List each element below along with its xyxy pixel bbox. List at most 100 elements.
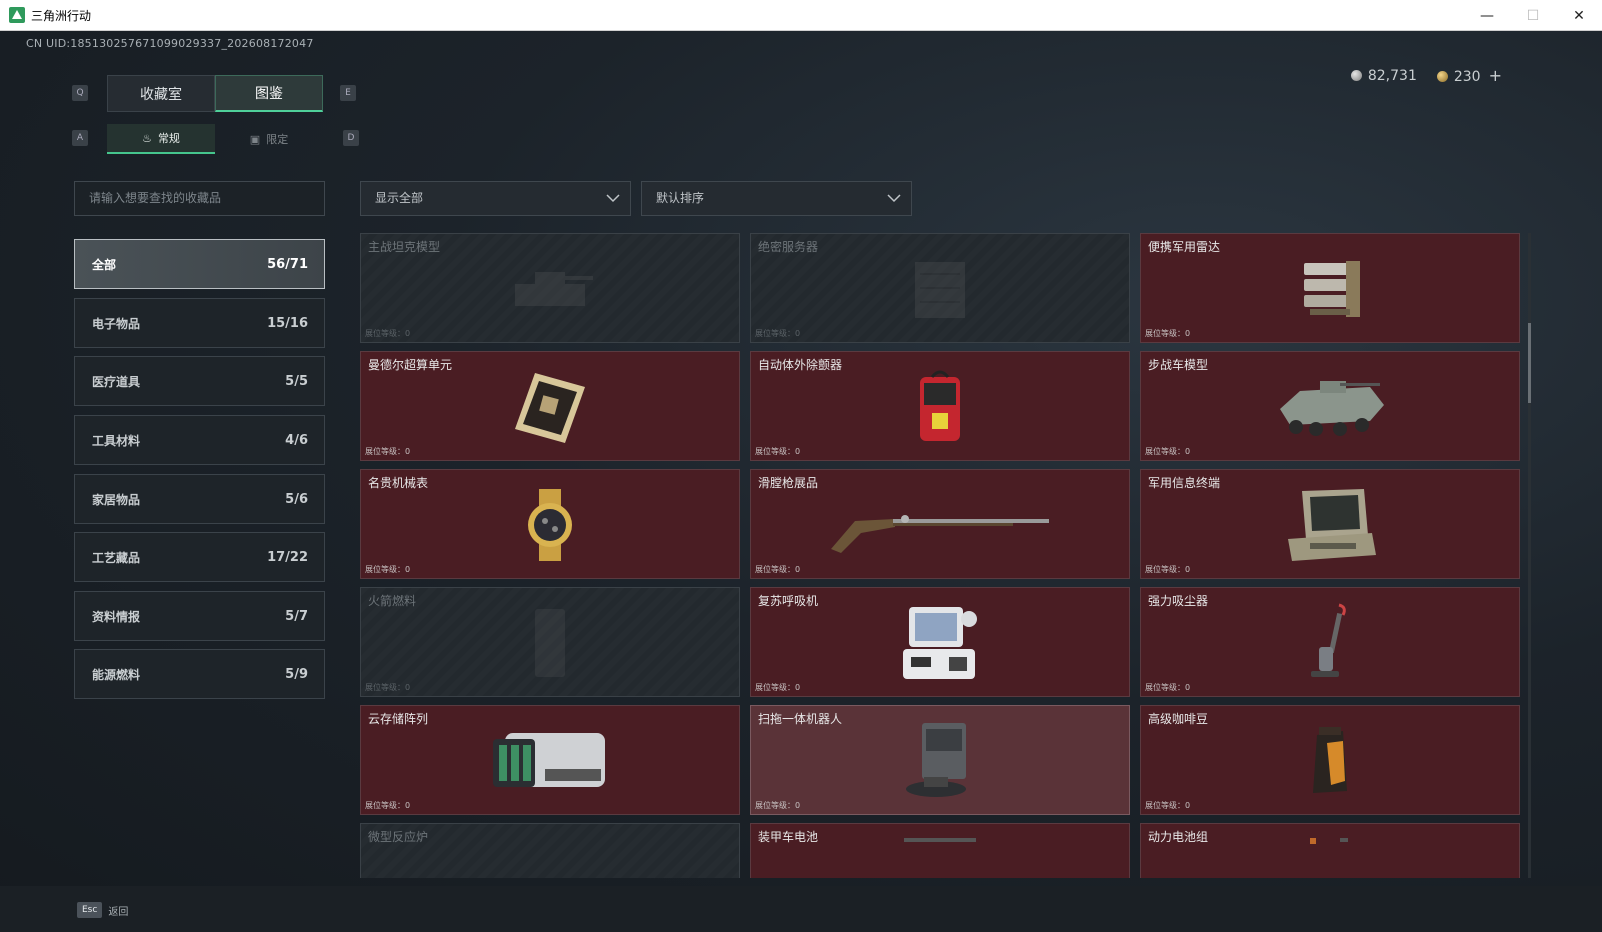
battery-icon <box>904 838 976 842</box>
item-card[interactable]: 绝密服务器 展位等级：0 <box>750 233 1130 343</box>
chevron-down-icon <box>887 194 901 203</box>
watch-icon <box>528 489 572 561</box>
search-input[interactable]: 请输入想要查找的收藏品 <box>74 181 325 216</box>
category-energy[interactable]: 能源燃料 5/9 <box>74 649 325 699</box>
item-level: 展位等级：0 <box>755 447 801 456</box>
item-card[interactable]: 复苏呼吸机 展位等级：0 <box>750 587 1130 697</box>
category-label: 全部 <box>92 257 117 272</box>
item-card[interactable]: 步战车模型 展位等级：0 <box>1140 351 1520 461</box>
tab-collection-room[interactable]: 收藏室 <box>107 75 215 112</box>
vacuum-icon <box>1311 603 1346 677</box>
category-household[interactable]: 家居物品 5/6 <box>74 474 325 524</box>
item-level: 展位等级：0 <box>755 329 801 338</box>
item-card[interactable]: 主战坦克模型 展位等级：0 <box>360 233 740 343</box>
item-card[interactable]: 微型反应炉 展位等级：0 <box>360 823 740 878</box>
item-grid: 主战坦克模型 展位等级：0 绝密服务器 展位等级：0 便携军用雷达 展位等级：0… <box>360 233 1525 878</box>
category-count: 5/5 <box>285 373 308 389</box>
terminal-icon <box>1288 489 1376 561</box>
add-currency-icon[interactable]: + <box>1489 66 1502 85</box>
subtab-regular[interactable]: ♨ 常规 <box>107 124 215 154</box>
category-label: 工艺藏品 <box>92 550 141 565</box>
bottom-bar: Esc 返回 <box>0 886 1602 932</box>
image-icon: ▣ <box>249 132 261 146</box>
item-name: 名贵机械表 <box>368 476 429 490</box>
category-tools[interactable]: 工具材料 4/6 <box>74 415 325 465</box>
item-card[interactable]: 名贵机械表 展位等级：0 <box>360 469 740 579</box>
item-card[interactable]: 装甲车电池 展位等级：0 <box>750 823 1130 878</box>
item-name: 微型反应炉 <box>368 830 429 844</box>
item-name: 主战坦克模型 <box>368 240 441 254</box>
item-level: 展位等级：0 <box>755 683 801 692</box>
supercomputer-unit-icon <box>515 373 585 443</box>
category-crafts[interactable]: 工艺藏品 17/22 <box>74 532 325 582</box>
category-label: 资料情报 <box>92 609 141 624</box>
item-card[interactable]: 云存储阵列 展位等级：0 <box>360 705 740 815</box>
filter-dropdown[interactable]: 显示全部 <box>360 181 631 216</box>
category-count: 17/22 <box>267 549 308 565</box>
musket-icon <box>831 515 1049 553</box>
category-label: 电子物品 <box>92 316 141 331</box>
subtab-limited[interactable]: ▣ 限定 <box>215 124 323 154</box>
item-card[interactable]: 曼德尔超算单元 展位等级：0 <box>360 351 740 461</box>
ventilator-icon <box>903 607 977 679</box>
maximize-button[interactable]: ☐ <box>1510 0 1556 31</box>
window-titlebar: 三角洲行动 — ☐ ✕ <box>0 0 1602 31</box>
sub-tabs: ♨ 常规 ▣ 限定 <box>107 124 323 154</box>
item-name: 高级咖啡豆 <box>1148 712 1209 726</box>
item-name: 便携军用雷达 <box>1148 240 1221 254</box>
bottle-icon: ♨ <box>142 131 152 145</box>
item-card[interactable]: 便携军用雷达 展位等级：0 <box>1140 233 1520 343</box>
item-card[interactable]: 动力电池组 展位等级：0 <box>1140 823 1520 878</box>
item-card[interactable]: 高级咖啡豆 展位等级：0 <box>1140 705 1520 815</box>
item-level: 展位等级：0 <box>365 565 411 574</box>
item-card[interactable]: 滑膛枪展品 展位等级：0 <box>750 469 1130 579</box>
key-hint-q: Q <box>72 85 88 101</box>
uid-label: CN UID:1851302576710990293​37_2026081720… <box>26 37 314 50</box>
item-card[interactable]: 自动体外除颤器 展位等级：0 <box>750 351 1130 461</box>
key-hint-e: E <box>340 85 356 101</box>
category-label: 家居物品 <box>92 492 141 507</box>
back-label: 返回 <box>108 906 129 918</box>
item-level: 展位等级：0 <box>365 447 411 456</box>
item-card[interactable]: 火箭燃料 展位等级：0 <box>360 587 740 697</box>
esc-key-icon: Esc <box>77 902 103 918</box>
silver-amount: 82,731 <box>1367 67 1417 84</box>
minimize-button[interactable]: — <box>1464 0 1510 31</box>
back-button[interactable]: Esc 返回 <box>77 897 128 923</box>
window-title: 三角洲行动 <box>31 8 92 23</box>
item-name: 扫拖一体机器人 <box>758 712 843 726</box>
gold-currency[interactable]: 230 + <box>1436 66 1502 85</box>
defibrillator-icon <box>920 370 960 441</box>
item-name: 装甲车电池 <box>758 830 819 844</box>
category-count: 5/9 <box>285 666 308 682</box>
item-level: 展位等级：0 <box>1145 801 1191 810</box>
item-name: 曼德尔超算单元 <box>368 358 453 372</box>
category-electronics[interactable]: 电子物品 15/16 <box>74 298 325 348</box>
item-card[interactable]: 扫拖一体机器人 展位等级：0 <box>750 705 1130 815</box>
category-count: 5/6 <box>285 491 308 507</box>
category-all[interactable]: 全部 56/71 <box>74 239 325 289</box>
category-medical[interactable]: 医疗道具 5/5 <box>74 356 325 406</box>
silver-currency: 82,731 <box>1350 67 1417 84</box>
item-level: 展位等级：0 <box>755 565 801 574</box>
item-name: 火箭燃料 <box>368 594 417 608</box>
category-intel[interactable]: 资料情报 5/7 <box>74 591 325 641</box>
item-level: 展位等级：0 <box>365 801 411 810</box>
sort-dropdown[interactable]: 默认排序 <box>641 181 912 216</box>
sort-dropdown-value: 默认排序 <box>656 191 705 205</box>
grid-scrollbar[interactable] <box>1528 233 1531 878</box>
radar-icon <box>1304 261 1360 317</box>
gold-coin-icon <box>1436 71 1448 82</box>
item-name: 步战车模型 <box>1148 358 1209 372</box>
tab-catalog[interactable]: 图鉴 <box>215 75 323 112</box>
item-name: 复苏呼吸机 <box>758 594 819 608</box>
storage-array-icon <box>493 733 605 787</box>
category-count: 56/71 <box>267 256 308 272</box>
item-card[interactable]: 强力吸尘器 展位等级：0 <box>1140 587 1520 697</box>
item-card[interactable]: 军用信息终端 展位等级：0 <box>1140 469 1520 579</box>
filter-dropdown-value: 显示全部 <box>375 191 424 205</box>
scrollbar-thumb[interactable] <box>1528 323 1531 403</box>
item-level: 展位等级：0 <box>755 801 801 810</box>
close-button[interactable]: ✕ <box>1556 0 1602 31</box>
item-name: 军用信息终端 <box>1148 476 1221 490</box>
